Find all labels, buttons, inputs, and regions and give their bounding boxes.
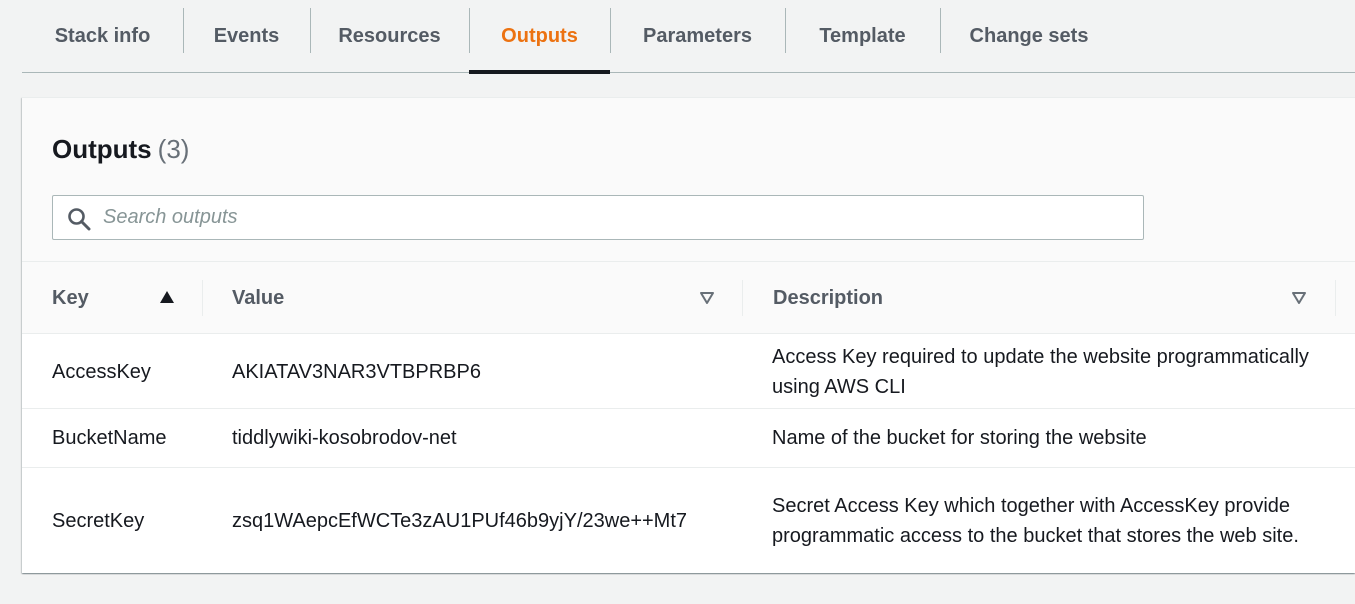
panel-header: Outputs (3) bbox=[22, 98, 1355, 262]
column-divider bbox=[1335, 280, 1336, 316]
outputs-panel: Outputs(3) Key Value Description bbox=[22, 97, 1355, 573]
column-header-description[interactable]: Description bbox=[773, 262, 1273, 334]
table-row: BucketName tiddlywiki-kosobrodov-net Nam… bbox=[22, 409, 1355, 468]
cell-key: SecretKey bbox=[52, 510, 145, 532]
cell-value: tiddlywiki-kosobrodov-net bbox=[232, 427, 457, 449]
table-header: Key Value Description bbox=[22, 262, 1355, 334]
column-divider bbox=[742, 280, 743, 316]
tab-template[interactable]: Template bbox=[785, 0, 940, 72]
tab-parameters[interactable]: Parameters bbox=[610, 0, 785, 72]
cell-description: Secret Access Key which together with Ac… bbox=[772, 495, 1299, 547]
panel-title-text: Outputs bbox=[52, 134, 152, 164]
cell-value: AKIATAV3NAR3VTBPRBP6 bbox=[232, 360, 481, 383]
tab-label: Change sets bbox=[969, 24, 1089, 47]
column-divider bbox=[202, 280, 203, 316]
tab-events[interactable]: Events bbox=[183, 0, 310, 72]
column-header-key[interactable]: Key bbox=[52, 262, 202, 334]
tab-stack-info[interactable]: Stack info bbox=[22, 0, 183, 72]
search-input[interactable] bbox=[103, 196, 1133, 239]
cell-key: BucketName bbox=[52, 427, 167, 449]
tab-change-sets[interactable]: Change sets bbox=[940, 0, 1118, 72]
table-row: AccessKey AKIATAV3NAR3VTBPRBP6 Access Ke… bbox=[22, 335, 1355, 409]
sort-ascending-icon[interactable] bbox=[159, 290, 175, 304]
column-label-description: Description bbox=[773, 286, 884, 309]
tab-outputs[interactable]: Outputs bbox=[469, 0, 610, 74]
cell-key: AccessKey bbox=[52, 360, 151, 383]
column-label-key: Key bbox=[52, 286, 89, 309]
column-label-value: Value bbox=[232, 286, 285, 309]
cell-description: Access Key required to update the websit… bbox=[772, 345, 1309, 398]
sort-caret-down-icon[interactable] bbox=[1291, 291, 1307, 305]
tab-bar: Stack info Events Resources Outputs Para… bbox=[22, 0, 1355, 74]
table-row: SecretKey zsq1WAepcEfWCTe3zAU1PUf46b9yjY… bbox=[22, 468, 1355, 574]
panel-title: Outputs (3) bbox=[52, 134, 189, 165]
tab-label: Parameters bbox=[643, 24, 752, 47]
tab-label: Stack info bbox=[54, 24, 151, 47]
sort-caret-down-icon[interactable] bbox=[699, 291, 715, 305]
search-box[interactable] bbox=[52, 195, 1144, 240]
tab-label: Resources bbox=[338, 24, 441, 47]
column-header-value[interactable]: Value bbox=[232, 262, 712, 334]
tab-resources[interactable]: Resources bbox=[310, 0, 469, 72]
output-count: (3) bbox=[157, 134, 190, 164]
search-icon bbox=[68, 208, 91, 231]
tab-label: Events bbox=[213, 24, 280, 47]
cell-value: zsq1WAepcEfWCTe3zAU1PUf46b9yjY/23we++Mt7 bbox=[232, 510, 688, 532]
cell-description: Name of the bucket for storing the websi… bbox=[772, 427, 1147, 449]
tab-label: Template bbox=[819, 24, 906, 47]
tab-label: Outputs bbox=[501, 24, 578, 47]
